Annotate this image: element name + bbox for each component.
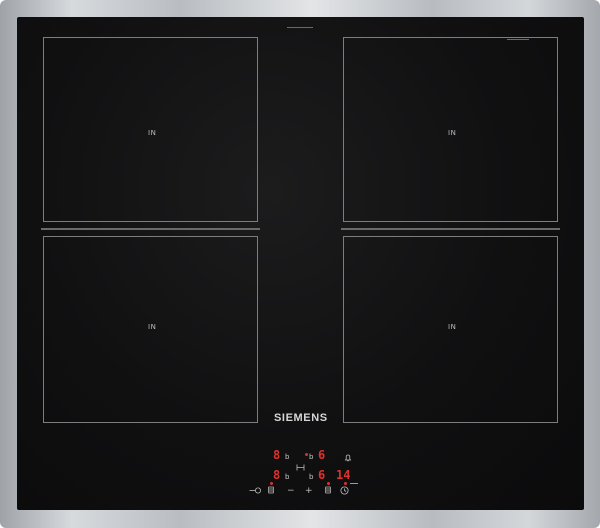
timer-icon[interactable] (340, 486, 349, 495)
bell-icon[interactable] (344, 454, 352, 462)
glass-surface: IN IN IN IN SIEMENS 8 b b 6 8 b b 6 14 −… (17, 17, 584, 510)
bridge-icon[interactable] (296, 464, 305, 471)
zone-label: IN (148, 323, 157, 331)
zone-label: IN (448, 129, 457, 137)
booster-indicator: b (285, 473, 290, 481)
zone-front-right[interactable]: IN (343, 236, 558, 423)
brand-logo: SIEMENS (274, 412, 328, 424)
plus-button[interactable]: + (305, 486, 313, 496)
zone-front-left[interactable]: IN (43, 236, 258, 423)
zone-select-dot (327, 482, 330, 485)
zone-select-icon[interactable] (268, 486, 274, 495)
zone-select-dot (270, 482, 273, 485)
timer-dot (344, 482, 347, 485)
level-display-front-left: 8 (273, 468, 281, 482)
cooktop-frame: IN IN IN IN SIEMENS 8 b b 6 8 b b 6 14 −… (0, 0, 600, 528)
top-mark (287, 27, 313, 28)
zone-rear-right[interactable]: IN (343, 37, 558, 222)
booster-indicator: b (309, 453, 314, 461)
bridge-left (41, 228, 260, 230)
active-dot (305, 453, 308, 456)
level-display-front-right: 6 (318, 468, 326, 482)
lock-icon[interactable] (249, 487, 262, 494)
minus-button[interactable]: − (287, 486, 295, 496)
level-display-rear-right: 6 (318, 448, 326, 462)
booster-indicator: b (285, 453, 290, 461)
bridge-right (341, 228, 560, 230)
timer-unit-mark (350, 483, 358, 484)
zone-label: IN (448, 323, 457, 331)
timer-display: 14 (336, 468, 351, 482)
zone-label: IN (148, 129, 157, 137)
booster-indicator: b (309, 473, 314, 481)
level-display-rear-left: 8 (273, 448, 281, 462)
zone-rear-left[interactable]: IN (43, 37, 258, 222)
zone-select-icon[interactable] (325, 486, 331, 495)
